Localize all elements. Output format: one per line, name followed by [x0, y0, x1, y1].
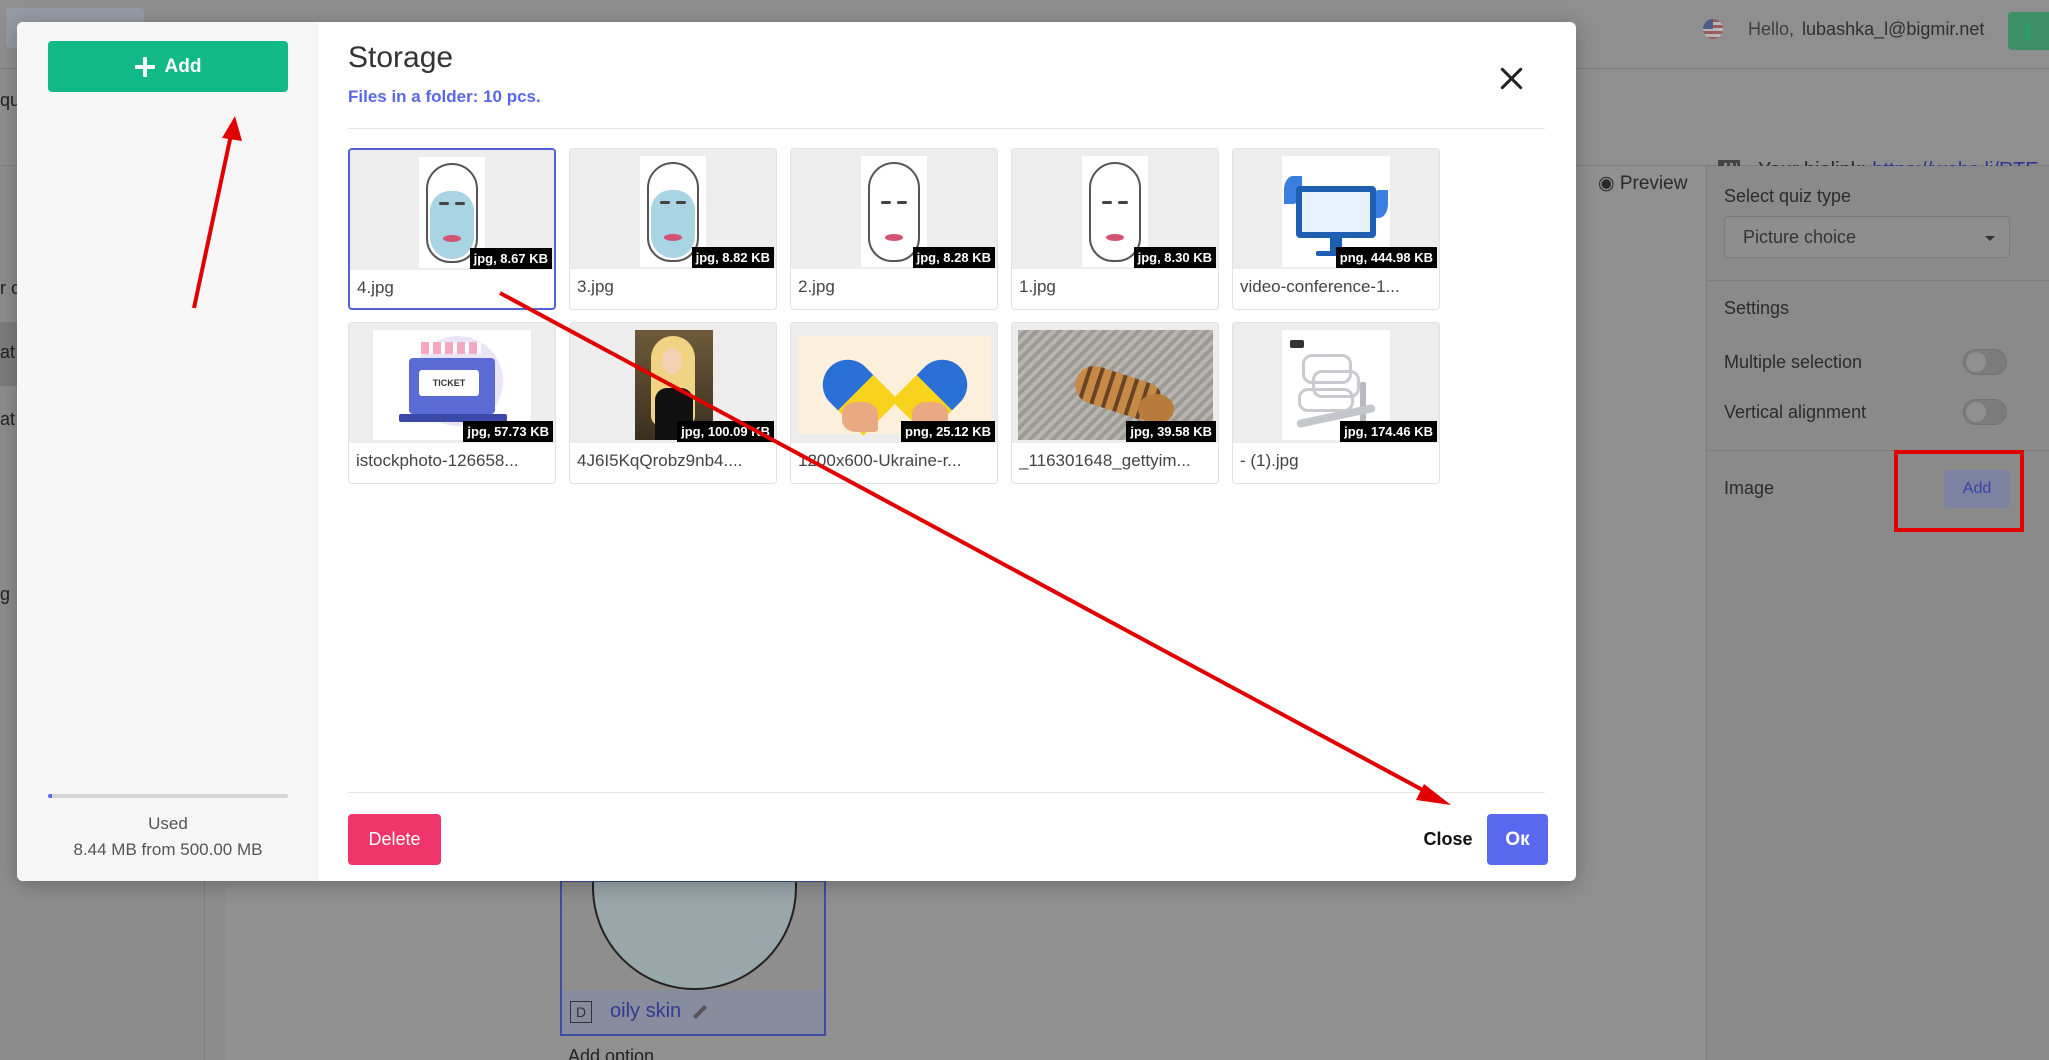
file-card[interactable]: png, 25.12 KB 1200x600-Ukraine-r...: [790, 322, 998, 484]
close-button[interactable]: Close: [1418, 814, 1478, 865]
user-email[interactable]: lubashka_l@bigmir.net: [1802, 19, 1984, 39]
close-icon[interactable]: [1495, 62, 1529, 96]
vertical-alignment-label: Vertical alignment: [1724, 402, 1867, 422]
file-grid: jpg, 8.67 KB 4.jpg jpg, 8.82 KB 3.jpg jp…: [348, 148, 1440, 484]
multiple-selection-toggle[interactable]: [1963, 349, 2007, 375]
top-right-green-button[interactable]: [2008, 12, 2049, 50]
file-name: _116301648_gettyim...: [1019, 451, 1191, 470]
file-size-badge: jpg, 8.82 KB: [691, 247, 774, 268]
left-fragment: at: [0, 342, 16, 362]
file-card[interactable]: TICKET jpg, 57.73 KB istockphoto-126658.…: [348, 322, 556, 484]
annotation-highlight-box: [1894, 450, 2024, 532]
file-size-badge: jpg, 174.46 KB: [1340, 421, 1437, 442]
file-name: 2.jpg: [798, 277, 835, 296]
file-name: 1200x600-Ukraine-r...: [798, 451, 962, 470]
file-name: 4J6I5KqQrobz9nb4....: [577, 451, 743, 470]
file-name: - (1).jpg: [1240, 451, 1299, 470]
vertical-alignment-toggle[interactable]: [1963, 399, 2007, 425]
us-flag-icon[interactable]: [1703, 19, 1723, 39]
file-card[interactable]: jpg, 100.09 KB 4J6I5KqQrobz9nb4....: [569, 322, 777, 484]
option-name[interactable]: oily skin: [610, 1000, 681, 1023]
file-card[interactable]: jpg, 8.82 KB 3.jpg: [569, 148, 777, 310]
plus-icon: [134, 56, 155, 77]
ok-button[interactable]: Ок: [1487, 814, 1548, 865]
answer-option-card[interactable]: D oily skin: [560, 880, 826, 1036]
used-value: 8.44 MB from 500.00 MB: [73, 840, 263, 859]
file-size-badge: jpg, 39.58 KB: [1126, 421, 1216, 442]
option-letter: D: [570, 1001, 592, 1023]
edit-pencil-icon[interactable]: [692, 1004, 708, 1020]
preview-tab[interactable]: ◉ Preview: [1598, 172, 1687, 195]
storage-usage-fill: [48, 794, 53, 798]
file-size-badge: jpg, 57.73 KB: [463, 421, 553, 442]
file-name: 3.jpg: [577, 277, 614, 296]
file-card[interactable]: jpg, 174.46 KB - (1).jpg: [1232, 322, 1440, 484]
divider: [348, 792, 1545, 793]
storage-usage-bar: [48, 794, 288, 798]
divider: [348, 128, 1545, 129]
storage-modal: Add Used 8.44 MB from 500.00 MB Storage …: [17, 22, 1576, 881]
storage-main: Storage Files in a folder: 10 pcs. jpg, …: [318, 22, 1576, 881]
preview-label: Preview: [1619, 173, 1688, 194]
add-option-link[interactable]: Add option: [568, 1046, 654, 1060]
modal-title: Storage: [348, 41, 454, 74]
file-size-badge: jpg, 8.30 KB: [1133, 247, 1216, 268]
file-count: Files in a folder: 10 pcs.: [348, 87, 541, 106]
file-card[interactable]: jpg, 8.67 KB 4.jpg: [348, 148, 556, 310]
file-size-badge: png, 25.12 KB: [901, 421, 995, 442]
left-fragment: g: [0, 584, 11, 604]
file-card[interactable]: png, 444.98 KB video-conference-1...: [1232, 148, 1440, 310]
left-fragment: at: [0, 409, 16, 429]
quiz-type-select[interactable]: Picture choice: [1724, 216, 2010, 258]
file-size-badge: png, 444.98 KB: [1335, 247, 1437, 268]
storage-sidebar: Add Used 8.44 MB from 500.00 MB: [17, 22, 318, 881]
greeting-label: Hello,: [1748, 19, 1795, 39]
image-label: Image: [1724, 478, 1775, 498]
file-name: 4.jpg: [357, 278, 394, 297]
used-label: Used: [148, 814, 188, 833]
chevron-down-icon: [1985, 236, 1995, 241]
add-file-label: Add: [164, 55, 202, 77]
file-name: video-conference-1...: [1240, 277, 1400, 296]
multiple-selection-label: Multiple selection: [1724, 352, 1863, 372]
file-size-badge: jpg, 8.67 KB: [469, 248, 552, 269]
quiz-type-value: Picture choice: [1743, 227, 1857, 247]
file-card[interactable]: jpg, 8.30 KB 1.jpg: [1011, 148, 1219, 310]
settings-heading: Settings: [1724, 298, 1790, 318]
file-name: istockphoto-126658...: [356, 451, 519, 470]
option-image: [592, 882, 797, 990]
ticket-text: TICKET: [419, 370, 479, 396]
file-size-badge: jpg, 100.09 KB: [677, 421, 774, 442]
file-size-badge: jpg, 8.28 KB: [912, 247, 995, 268]
file-name: 1.jpg: [1019, 277, 1056, 296]
option-footer: D oily skin: [562, 990, 824, 1034]
divider: [1706, 280, 2049, 281]
add-file-button[interactable]: Add: [48, 41, 288, 92]
quiz-type-label: Select quiz type: [1724, 186, 1852, 206]
file-card[interactable]: jpg, 39.58 KB _116301648_gettyim...: [1011, 322, 1219, 484]
file-card[interactable]: jpg, 8.28 KB 2.jpg: [790, 148, 998, 310]
user-greeting: Hello, lubashka_l@bigmir.net: [1748, 19, 1984, 40]
delete-button[interactable]: Delete: [348, 814, 441, 865]
